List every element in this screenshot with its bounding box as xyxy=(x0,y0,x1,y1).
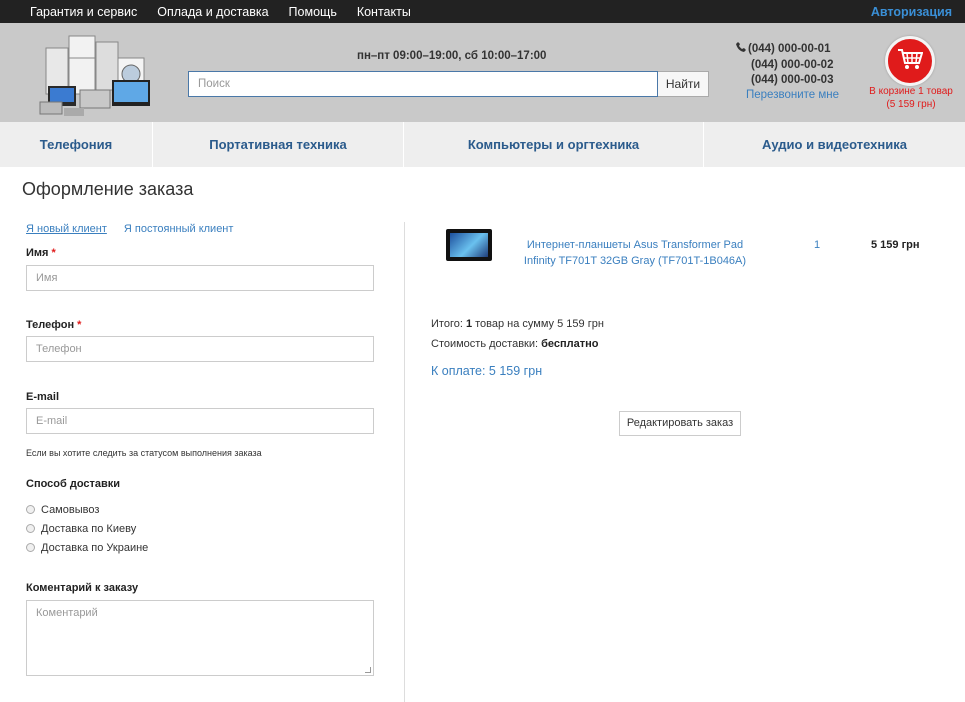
top-bar: Гарантия и сервис Оплада и доставка Помо… xyxy=(0,0,965,23)
search-bar: Поиск Найти xyxy=(188,71,709,97)
customer-tabs: Я новый клиент Я постоянный клиент xyxy=(26,223,376,235)
menu-link-contacts[interactable]: Контакты xyxy=(357,5,411,19)
tab-existing-customer[interactable]: Я постоянный клиент xyxy=(124,223,234,235)
edit-order-button[interactable]: Редактировать заказ xyxy=(619,411,741,436)
appliances-logo[interactable] xyxy=(36,28,154,116)
category-nav: Телефония Портативная техника Компьютеры… xyxy=(0,122,965,167)
required-mark: * xyxy=(51,247,56,259)
nav-item-telephony[interactable]: Телефония xyxy=(0,122,153,167)
phone-number[interactable]: (044) 000-00-02 xyxy=(736,58,833,74)
phone-icon xyxy=(736,42,748,58)
name-label: Имя * xyxy=(26,247,56,259)
column-divider xyxy=(404,222,405,702)
checkout-form: Я новый клиент Я постоянный клиент Имя *… xyxy=(26,222,376,676)
nav-item-portable[interactable]: Портативная техника xyxy=(153,122,404,167)
delivery-label: Способ доставки xyxy=(26,478,121,490)
site-header: пн–пт 09:00–19:00, сб 10:00–17:00 Поиск … xyxy=(0,23,965,122)
cart-summary[interactable]: В корзине 1 товар (5 159 грн) xyxy=(866,85,956,111)
phone-field[interactable]: Телефон xyxy=(26,336,374,362)
menu-link-payment[interactable]: Оплада и доставка xyxy=(157,5,268,19)
product-name-link[interactable]: Интернет-планшеты Asus Transformer Pad I… xyxy=(520,237,750,269)
comment-field[interactable]: Коментарий xyxy=(26,600,374,676)
cart-icon xyxy=(897,48,924,75)
login-link[interactable]: Авторизация xyxy=(871,5,952,19)
nav-item-computers[interactable]: Компьютеры и оргтехника xyxy=(404,122,704,167)
required-mark: * xyxy=(77,319,82,331)
product-quantity: 1 xyxy=(814,239,821,251)
tab-new-customer[interactable]: Я новый клиент xyxy=(26,223,107,235)
callback-link[interactable]: Перезвоните мне xyxy=(746,89,839,101)
radio-button[interactable] xyxy=(26,543,35,552)
order-summary: Итого: 1 товар на сумму 5 159 грн Стоимо… xyxy=(431,314,604,354)
email-label: E-mail xyxy=(26,391,60,403)
delivery-option-pickup[interactable]: Самовывоз xyxy=(26,500,376,519)
delivery-option-kyiv[interactable]: Доставка по Киеву xyxy=(26,519,376,538)
search-input[interactable]: Поиск xyxy=(188,71,658,97)
cart-total: (5 159 грн) xyxy=(886,99,936,110)
menu-link-help[interactable]: Помощь xyxy=(289,5,337,19)
email-hint: Если вы хотите следить за статусом выпол… xyxy=(26,448,262,458)
product-image[interactable] xyxy=(446,229,492,261)
email-field[interactable]: E-mail xyxy=(26,408,374,434)
delivery-options: Самовывоз Доставка по Киеву Доставка по … xyxy=(26,500,376,557)
name-field[interactable]: Имя xyxy=(26,265,374,291)
resize-handle-icon[interactable] xyxy=(365,667,371,673)
top-menu: Гарантия и сервис Оплада и доставка Помо… xyxy=(30,5,411,19)
delivery-option-ukraine[interactable]: Доставка по Украине xyxy=(26,538,376,557)
order-total-line: Итого: 1 товар на сумму 5 159 грн xyxy=(431,318,604,330)
search-button[interactable]: Найти xyxy=(658,71,709,97)
nav-item-audio-video[interactable]: Аудио и видеотехника xyxy=(704,122,965,167)
phone-number[interactable]: (044) 000-00-03 xyxy=(736,73,833,89)
delivery-cost-line: Стоимость доставки: бесплатно xyxy=(431,338,599,350)
cart-count: В корзине 1 товар xyxy=(869,86,953,97)
product-price: 5 159 грн xyxy=(871,239,920,251)
cart-button[interactable] xyxy=(885,36,935,86)
phone-number[interactable]: (044) 000-00-01 xyxy=(748,42,830,58)
amount-to-pay: К оплате: 5 159 грн xyxy=(431,364,543,378)
phone-list: (044) 000-00-01 (044) 000-00-02 (044) 00… xyxy=(736,42,833,89)
radio-button[interactable] xyxy=(26,524,35,533)
phone-label: Телефон * xyxy=(26,319,82,331)
page-title: Оформление заказа xyxy=(22,179,194,199)
menu-link-warranty[interactable]: Гарантия и сервис xyxy=(30,5,137,19)
working-hours: пн–пт 09:00–19:00, сб 10:00–17:00 xyxy=(357,50,547,62)
radio-button[interactable] xyxy=(26,505,35,514)
comment-label: Коментарий к заказу xyxy=(26,582,139,594)
